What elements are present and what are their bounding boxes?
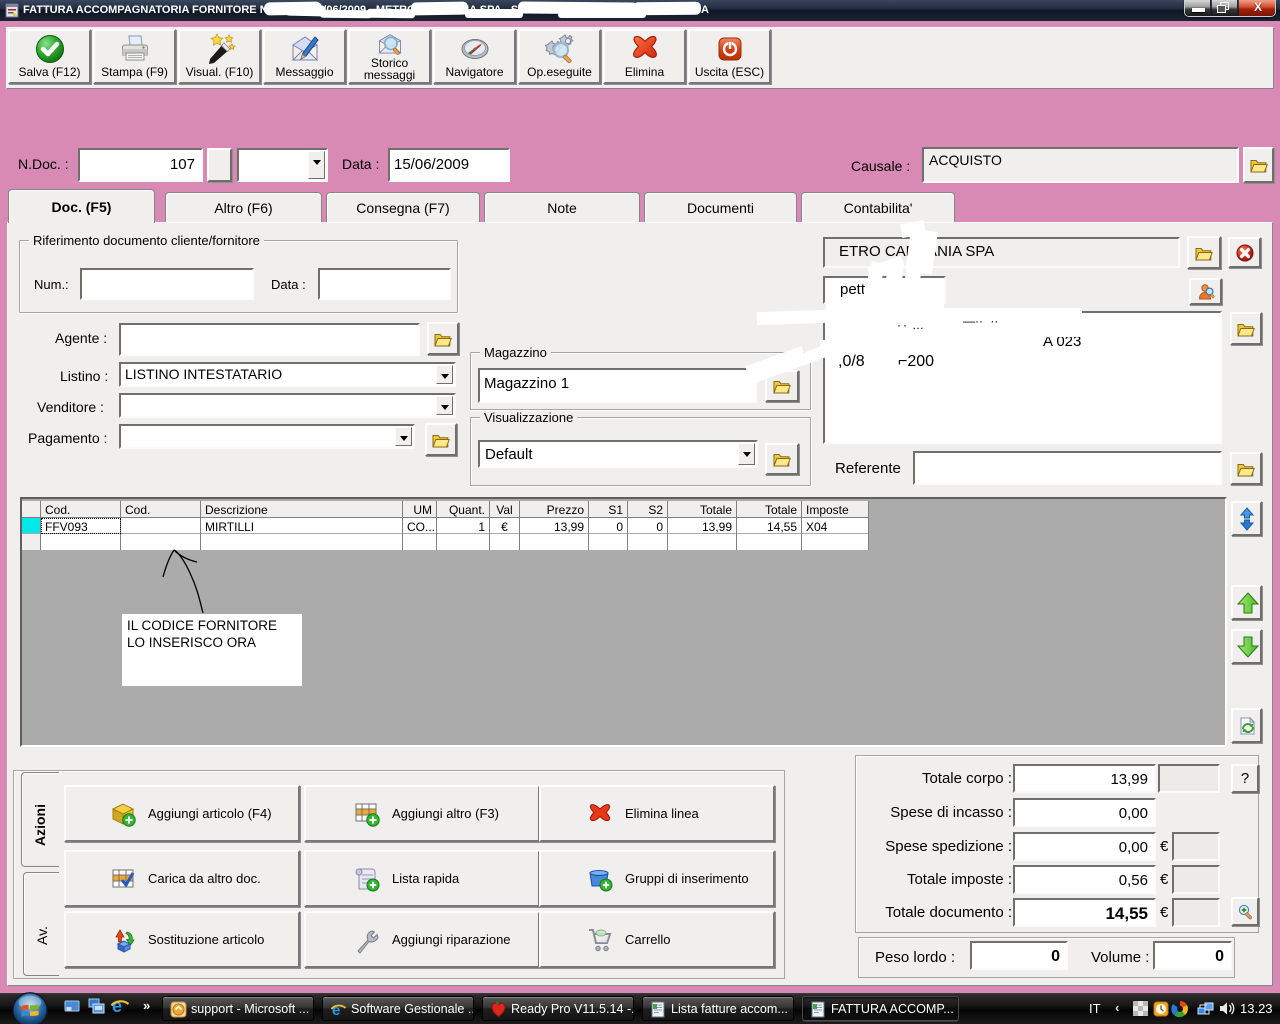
svg-text:e: e [112, 996, 122, 1016]
svg-text:e: e [332, 1002, 340, 1018]
